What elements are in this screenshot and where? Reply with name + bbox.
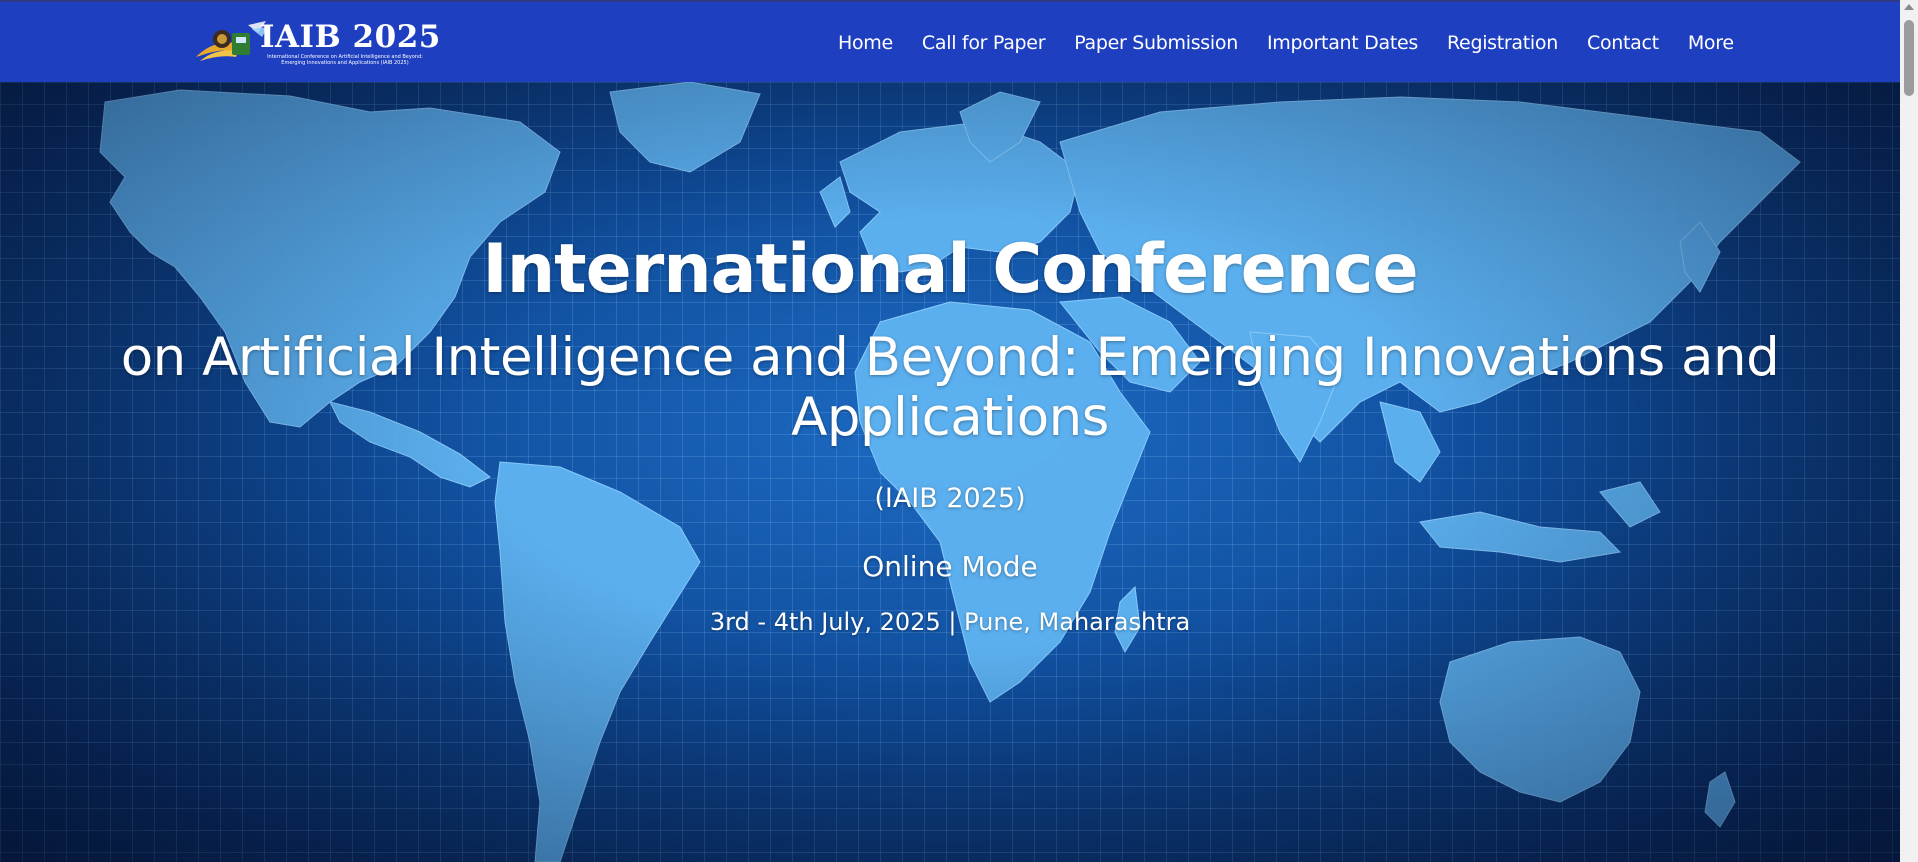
hero-title: International Conference bbox=[482, 230, 1418, 309]
hero-vignette bbox=[0, 82, 1900, 862]
scrollbar-thumb[interactable] bbox=[1904, 20, 1914, 96]
nav-important-dates[interactable]: Important Dates bbox=[1267, 32, 1418, 54]
nav-home[interactable]: Home bbox=[838, 32, 893, 54]
nav-more[interactable]: More bbox=[1688, 32, 1734, 54]
hero-abbreviation: (IAIB 2025) bbox=[874, 483, 1026, 514]
page-scrollbar[interactable] bbox=[1900, 0, 1918, 862]
main-nav: Home Call for Paper Paper Submission Imp… bbox=[838, 2, 1734, 84]
hero-banner: International Conference on Artificial I… bbox=[0, 82, 1900, 862]
hero-mode: Online Mode bbox=[862, 550, 1038, 583]
site-header: IAIB 2025 International Conference on Ar… bbox=[0, 0, 1900, 82]
nav-call-for-paper[interactable]: Call for Paper bbox=[922, 32, 1046, 54]
logo-subtitle: International Conference on Artificial I… bbox=[267, 54, 423, 66]
nav-paper-submission[interactable]: Paper Submission bbox=[1074, 32, 1238, 54]
scroll-up-arrow-icon[interactable] bbox=[1904, 4, 1914, 10]
hero-date-location: 3rd - 4th July, 2025 | Pune, Maharashtra bbox=[709, 608, 1191, 636]
page: IAIB 2025 International Conference on Ar… bbox=[0, 0, 1918, 862]
nav-contact[interactable]: Contact bbox=[1587, 32, 1659, 54]
hero-subtitle: on Artificial Intelligence and Beyond: E… bbox=[120, 327, 1780, 448]
site-logo[interactable]: IAIB 2025 International Conference on Ar… bbox=[192, 16, 442, 70]
conference-emblem-icon bbox=[196, 21, 268, 61]
logo-title: IAIB 2025 bbox=[260, 19, 441, 55]
nav-registration[interactable]: Registration bbox=[1447, 32, 1558, 54]
